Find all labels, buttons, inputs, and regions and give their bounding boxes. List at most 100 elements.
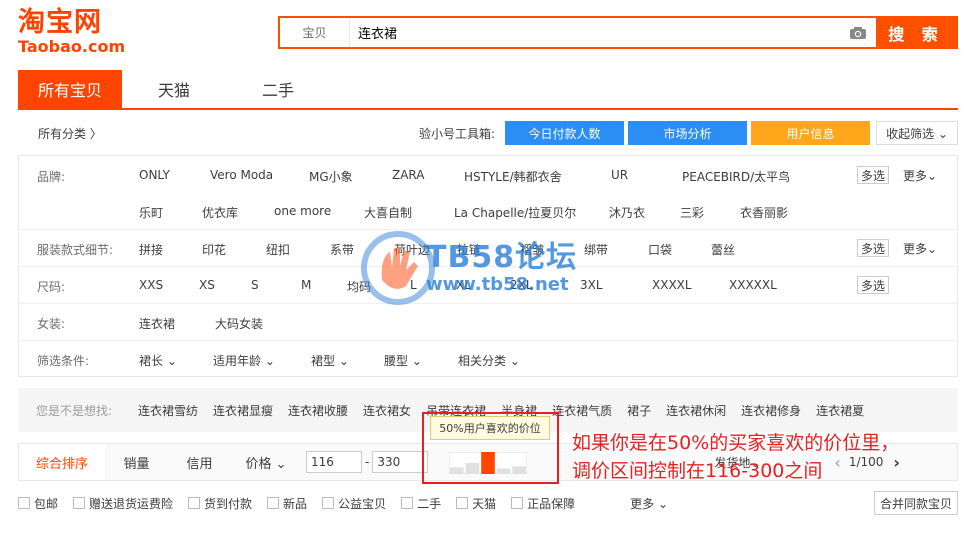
brand-multi-select-button[interactable]: 多选: [857, 166, 889, 184]
brand-item[interactable]: UR: [611, 168, 682, 185]
style-item[interactable]: 印花: [202, 241, 266, 258]
filter-checkbox[interactable]: 二手: [401, 495, 441, 512]
sort-default-tab[interactable]: 综合排序: [19, 444, 105, 480]
checkbox-box[interactable]: [18, 497, 30, 509]
brand-item[interactable]: 衣香丽影: [740, 204, 800, 221]
checkbox-box[interactable]: [267, 497, 280, 509]
style-item[interactable]: 蕾丝: [711, 241, 774, 258]
brand-item[interactable]: ONLY: [139, 168, 210, 185]
brand-item[interactable]: La Chapelle/拉夏贝尔: [454, 204, 609, 221]
style-item[interactable]: 口袋: [648, 241, 711, 258]
checkbox-box[interactable]: [401, 497, 414, 509]
tool-row: 所有分类 〉 验小号工具箱: 今日付款人数 市场分析 用户信息 收起筛选 ⌄: [18, 118, 958, 148]
brand-item[interactable]: Vero Moda: [210, 168, 309, 185]
suggestion-item[interactable]: 连衣裙夏: [816, 402, 864, 419]
women-item[interactable]: 大码女装: [215, 315, 295, 332]
checkbox-box[interactable]: [322, 497, 335, 509]
tab-secondhand[interactable]: 二手: [226, 70, 330, 108]
style-item[interactable]: 拼接: [139, 241, 202, 258]
condition-item[interactable]: 裙型 ⌄: [311, 352, 384, 369]
suggestion-item[interactable]: 连衣裙修身: [741, 402, 801, 419]
women-list: 连衣裙 大码女装: [139, 315, 295, 332]
size-item[interactable]: M: [301, 278, 347, 295]
suggestion-item[interactable]: 连衣裙女: [363, 402, 411, 419]
brand-more-button[interactable]: 更多⌄: [903, 167, 937, 184]
brand-item[interactable]: 优衣库: [202, 204, 274, 221]
brand-item[interactable]: 大喜自制: [364, 204, 454, 221]
brand-item[interactable]: MG小象: [309, 168, 392, 185]
size-multi-select-button[interactable]: 多选: [857, 276, 889, 294]
filter-checkbox[interactable]: 新品: [267, 495, 307, 512]
filter-checkbox[interactable]: 天猫: [456, 495, 496, 512]
filter-checkbox[interactable]: 包邮: [18, 495, 58, 512]
suggestion-item[interactable]: 连衣裙收腰: [288, 402, 348, 419]
brand-item[interactable]: 三彩: [680, 204, 740, 221]
style-multi-select-button[interactable]: 多选: [857, 239, 889, 257]
filter-label-size: 尺码:: [37, 280, 66, 294]
checkbox-label: 货到付款: [204, 496, 253, 511]
brand-item[interactable]: HSTYLE/韩都衣舍: [464, 168, 611, 185]
camera-icon[interactable]: [840, 18, 876, 47]
search-bar: 宝贝 连衣裙 搜 索: [278, 16, 958, 49]
checkbox-bar: 包邮 赠送退货运费险 货到付款 新品 公益宝贝 二手 天猫 正品保障 更多 ⌄ 合并同款宝贝: [18, 489, 958, 517]
today-payers-button[interactable]: 今日付款人数: [505, 121, 624, 145]
checkbox-box[interactable]: [73, 497, 86, 509]
brand-item[interactable]: PEACEBIRD/太平鸟: [682, 168, 802, 185]
checkbox-more-button[interactable]: 更多 ⌄: [630, 495, 668, 512]
condition-item[interactable]: 相关分类 ⌄: [458, 352, 538, 369]
all-categories-link[interactable]: 所有分类 〉: [18, 125, 102, 142]
search-category-select[interactable]: 宝贝: [280, 18, 350, 47]
user-info-button[interactable]: 用户信息: [751, 121, 870, 145]
price-max-input[interactable]: 330: [372, 451, 429, 473]
checkbox-label: 正品保障: [527, 496, 576, 511]
filter-label-women: 女装:: [37, 317, 66, 331]
merge-same-items-button[interactable]: 合并同款宝贝: [874, 491, 958, 515]
filter-label-style: 服装款式细节:: [37, 243, 114, 257]
filter-checkbox[interactable]: 货到付款: [188, 495, 252, 512]
logo-chinese[interactable]: 淘宝网: [18, 8, 102, 38]
collapse-filter-button[interactable]: 收起筛选 ⌄: [876, 121, 958, 145]
suggestion-item[interactable]: 连衣裙气质: [552, 402, 612, 419]
size-item[interactable]: XXS: [139, 278, 199, 295]
size-item[interactable]: S: [251, 278, 301, 295]
filter-checkbox[interactable]: 公益宝贝: [322, 495, 386, 512]
suggestion-item[interactable]: 裙子: [627, 402, 651, 419]
checkbox-label: 赠送退货运费险: [89, 496, 174, 511]
checkbox-box[interactable]: [188, 497, 201, 509]
suggestion-item[interactable]: 连衣裙显瘦: [213, 402, 273, 419]
search-button[interactable]: 搜 索: [876, 18, 956, 47]
condition-item[interactable]: 腰型 ⌄: [384, 352, 458, 369]
suggestion-item[interactable]: 连衣裙休闲: [666, 402, 726, 419]
brand-item[interactable]: ZARA: [392, 168, 464, 185]
logo-english[interactable]: Taobao.com: [18, 38, 125, 56]
checkbox-box[interactable]: [456, 497, 469, 509]
size-item[interactable]: XXXXL: [652, 278, 729, 295]
annotation-line1: 如果你是在50%的买家喜欢的价位里，: [572, 432, 900, 454]
brand-item[interactable]: 沐乃衣: [609, 204, 680, 221]
market-analysis-button[interactable]: 市场分析: [628, 121, 747, 145]
tab-all-items[interactable]: 所有宝贝: [18, 70, 122, 108]
women-item[interactable]: 连衣裙: [139, 315, 215, 332]
brand-item[interactable]: 乐町: [139, 204, 202, 221]
checkbox-box[interactable]: [511, 497, 524, 509]
style-item[interactable]: 纽扣: [266, 241, 330, 258]
toolbox-label: 验小号工具箱:: [418, 126, 495, 141]
search-category-label: 宝贝: [302, 26, 327, 40]
filter-checkbox[interactable]: 正品保障: [511, 495, 575, 512]
brand-item[interactable]: one more: [274, 204, 364, 221]
search-input[interactable]: 连衣裙: [350, 18, 840, 47]
filter-checkbox[interactable]: 赠送退货运费险: [73, 495, 173, 512]
suggestion-item[interactable]: 连衣裙雪纺: [138, 402, 198, 419]
price-min-input[interactable]: 116: [306, 451, 362, 473]
size-item[interactable]: XS: [199, 278, 251, 295]
checkbox-label: 包邮: [34, 496, 59, 511]
condition-item[interactable]: 适用年龄 ⌄: [213, 352, 311, 369]
tab-tmall[interactable]: 天猫: [122, 70, 226, 108]
checkbox-label: 公益宝贝: [338, 496, 387, 511]
sort-price-tab[interactable]: 价格 ⌄: [231, 444, 301, 480]
size-item[interactable]: XXXXXL: [729, 278, 799, 295]
sort-credit-tab[interactable]: 信用: [168, 444, 231, 480]
style-more-button[interactable]: 更多⌄: [903, 240, 937, 257]
condition-item[interactable]: 裙长 ⌄: [139, 352, 213, 369]
sort-sales-tab[interactable]: 销量: [105, 444, 168, 480]
